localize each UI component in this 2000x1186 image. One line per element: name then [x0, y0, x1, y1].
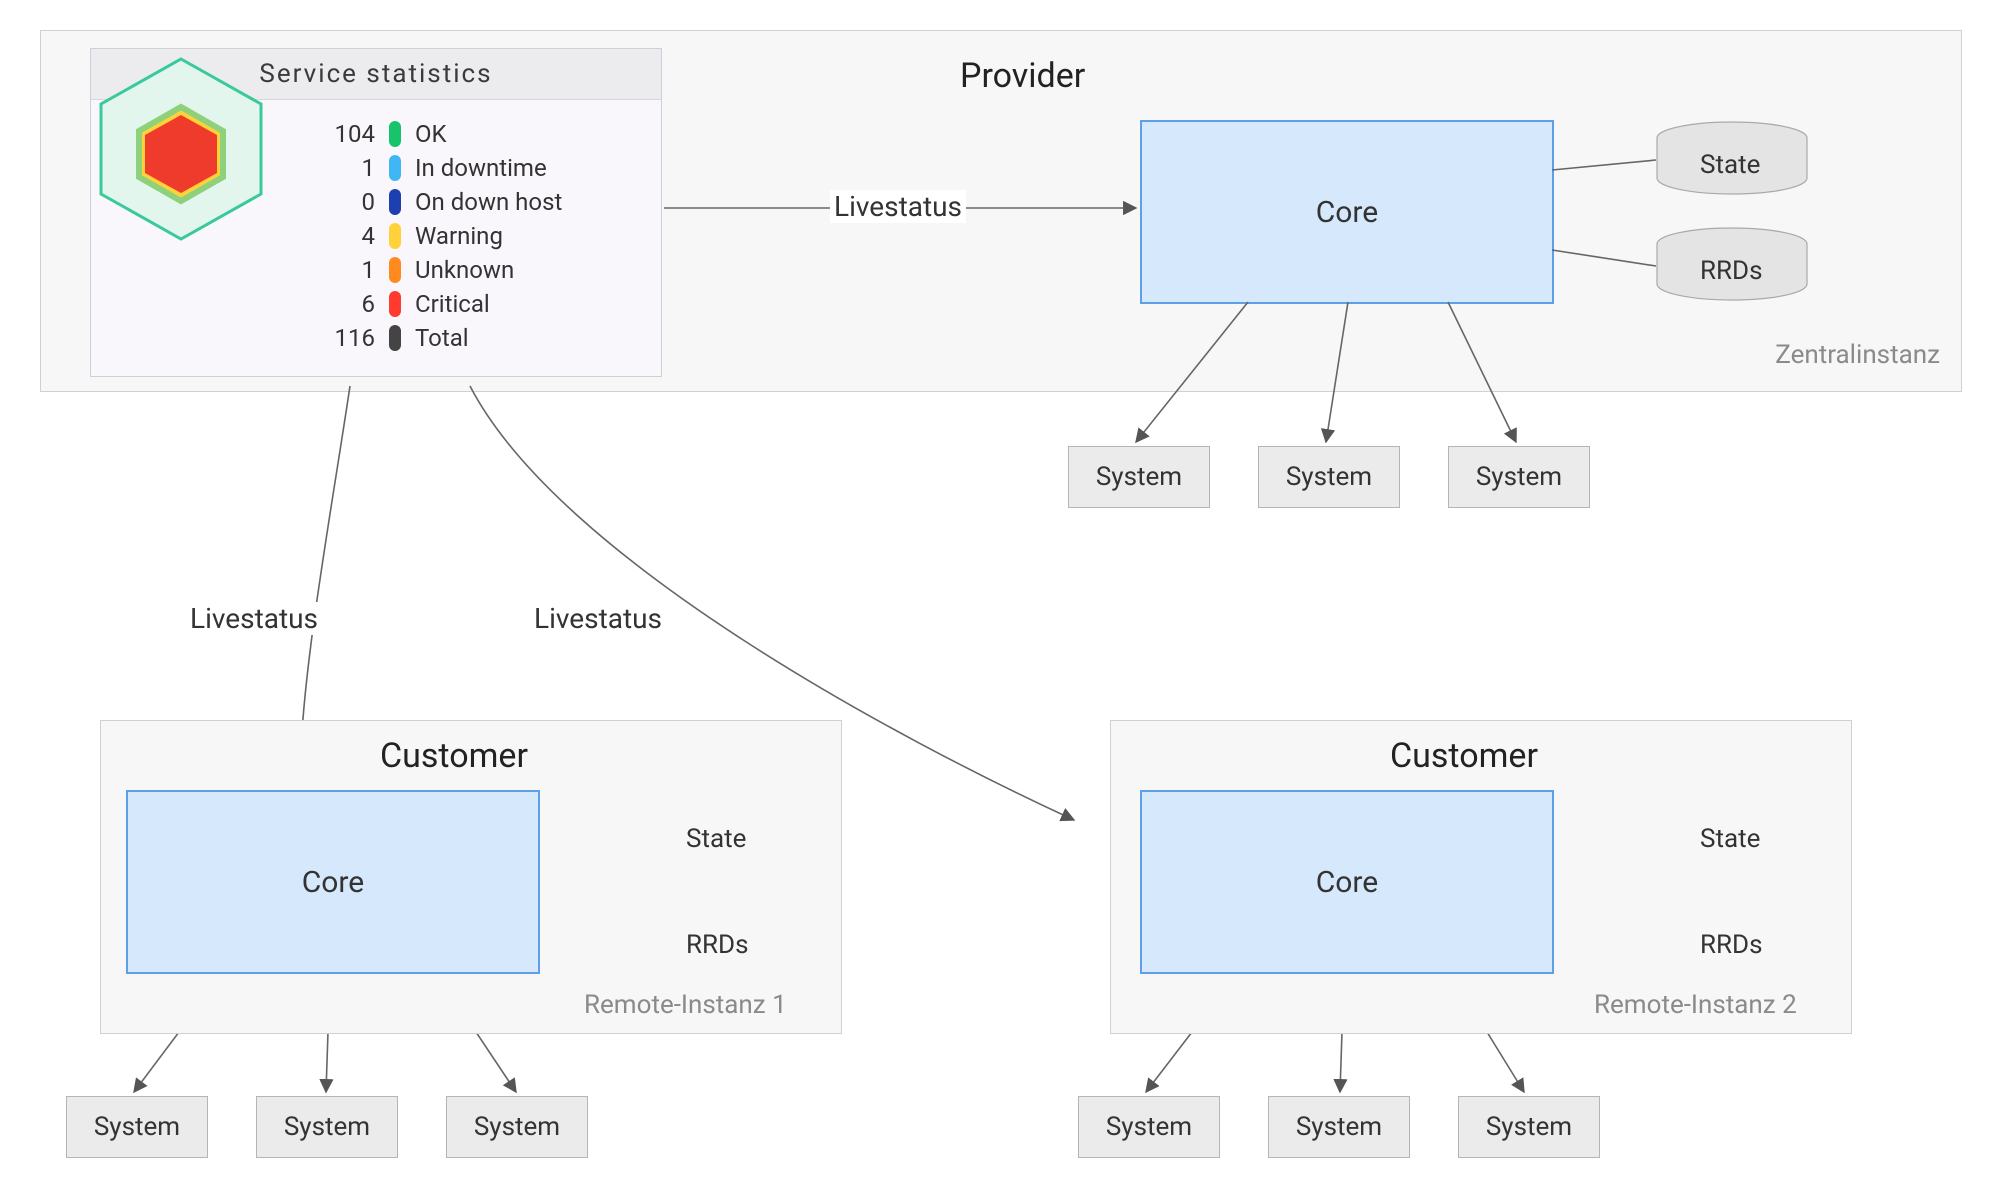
customer1-core: Core	[126, 790, 540, 974]
provider-system-3: System	[1448, 446, 1590, 508]
customer1-db-state-label: State	[686, 824, 746, 854]
customer2-db-state-label: State	[1700, 824, 1760, 854]
provider-db-rrds-label: RRDs	[1700, 256, 1763, 286]
livestatus-provider-label: Livestatus	[830, 190, 966, 223]
customer1-system-1: System	[66, 1096, 208, 1158]
customer1-db-rrds-label: RRDs	[686, 930, 749, 960]
customer2-system-2: System	[1268, 1096, 1410, 1158]
customer1-system-3: System	[446, 1096, 588, 1158]
customer2-system-3: System	[1458, 1096, 1600, 1158]
provider-db-state-label: State	[1700, 150, 1760, 180]
customer2-core: Core	[1140, 790, 1554, 974]
customer1-footer: Remote-Instanz 1	[584, 990, 787, 1020]
customer1-system-2: System	[256, 1096, 398, 1158]
customer1-title: Customer	[380, 736, 528, 776]
provider-system-2: System	[1258, 446, 1400, 508]
customer2-title: Customer	[1390, 736, 1538, 776]
provider-system-1: System	[1068, 446, 1210, 508]
customer2-footer: Remote-Instanz 2	[1594, 990, 1797, 1020]
customer2-db-rrds-label: RRDs	[1700, 930, 1763, 960]
livestatus-customer1-label: Livestatus	[186, 602, 322, 635]
livestatus-customer2-label: Livestatus	[530, 602, 666, 635]
customer1-core-label: Core	[302, 865, 364, 900]
customer2-core-label: Core	[1316, 865, 1378, 900]
customer2-system-1: System	[1078, 1096, 1220, 1158]
